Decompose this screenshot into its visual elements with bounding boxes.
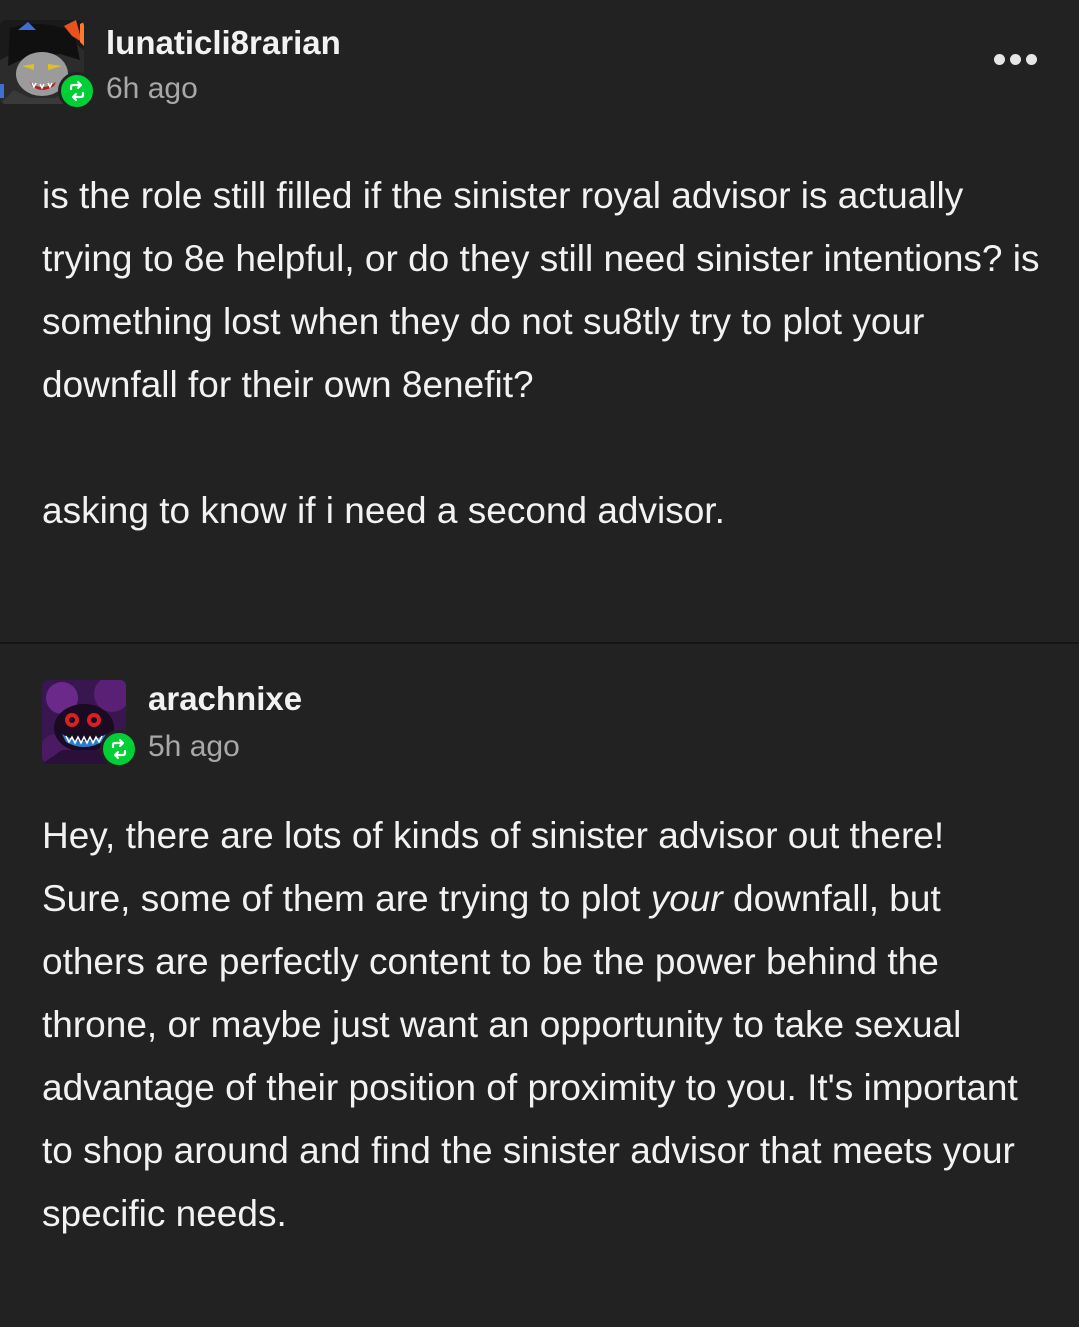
post-text: downfall, but others are perfectly conte… (42, 878, 1018, 1234)
username[interactable]: arachnixe (148, 680, 302, 718)
post-text: Hey, there are lots of kinds of sinister… (42, 815, 945, 919)
dot-icon (1026, 54, 1037, 65)
timestamp: 6h ago (106, 72, 198, 105)
reblog-badge (58, 72, 96, 110)
post-divider (0, 642, 1079, 644)
post-body: is the role still filled if the sinister… (42, 164, 1042, 542)
username[interactable]: lunaticli8rarian (106, 24, 341, 62)
post-body: Hey, there are lots of kinds of sinister… (42, 804, 1042, 1245)
timestamp: 5h ago (148, 730, 240, 763)
more-options-icon[interactable] (994, 54, 1037, 65)
dot-icon (994, 54, 1005, 65)
post-paragraph: Hey, there are lots of kinds of sinister… (42, 804, 1042, 1245)
post-lunaticli8rarian: lunaticli8rarian 6h ago is the role stil… (0, 0, 1079, 642)
emphasized-text: your (650, 878, 723, 919)
avatar[interactable] (42, 680, 126, 764)
post-paragraph: asking to know if i need a second adviso… (42, 490, 725, 531)
post-paragraph: is the role still filled if the sinister… (42, 175, 1040, 405)
purple-spider-avatar-icon (42, 680, 126, 764)
reblog-icon (69, 80, 85, 102)
dot-icon (1010, 54, 1021, 65)
